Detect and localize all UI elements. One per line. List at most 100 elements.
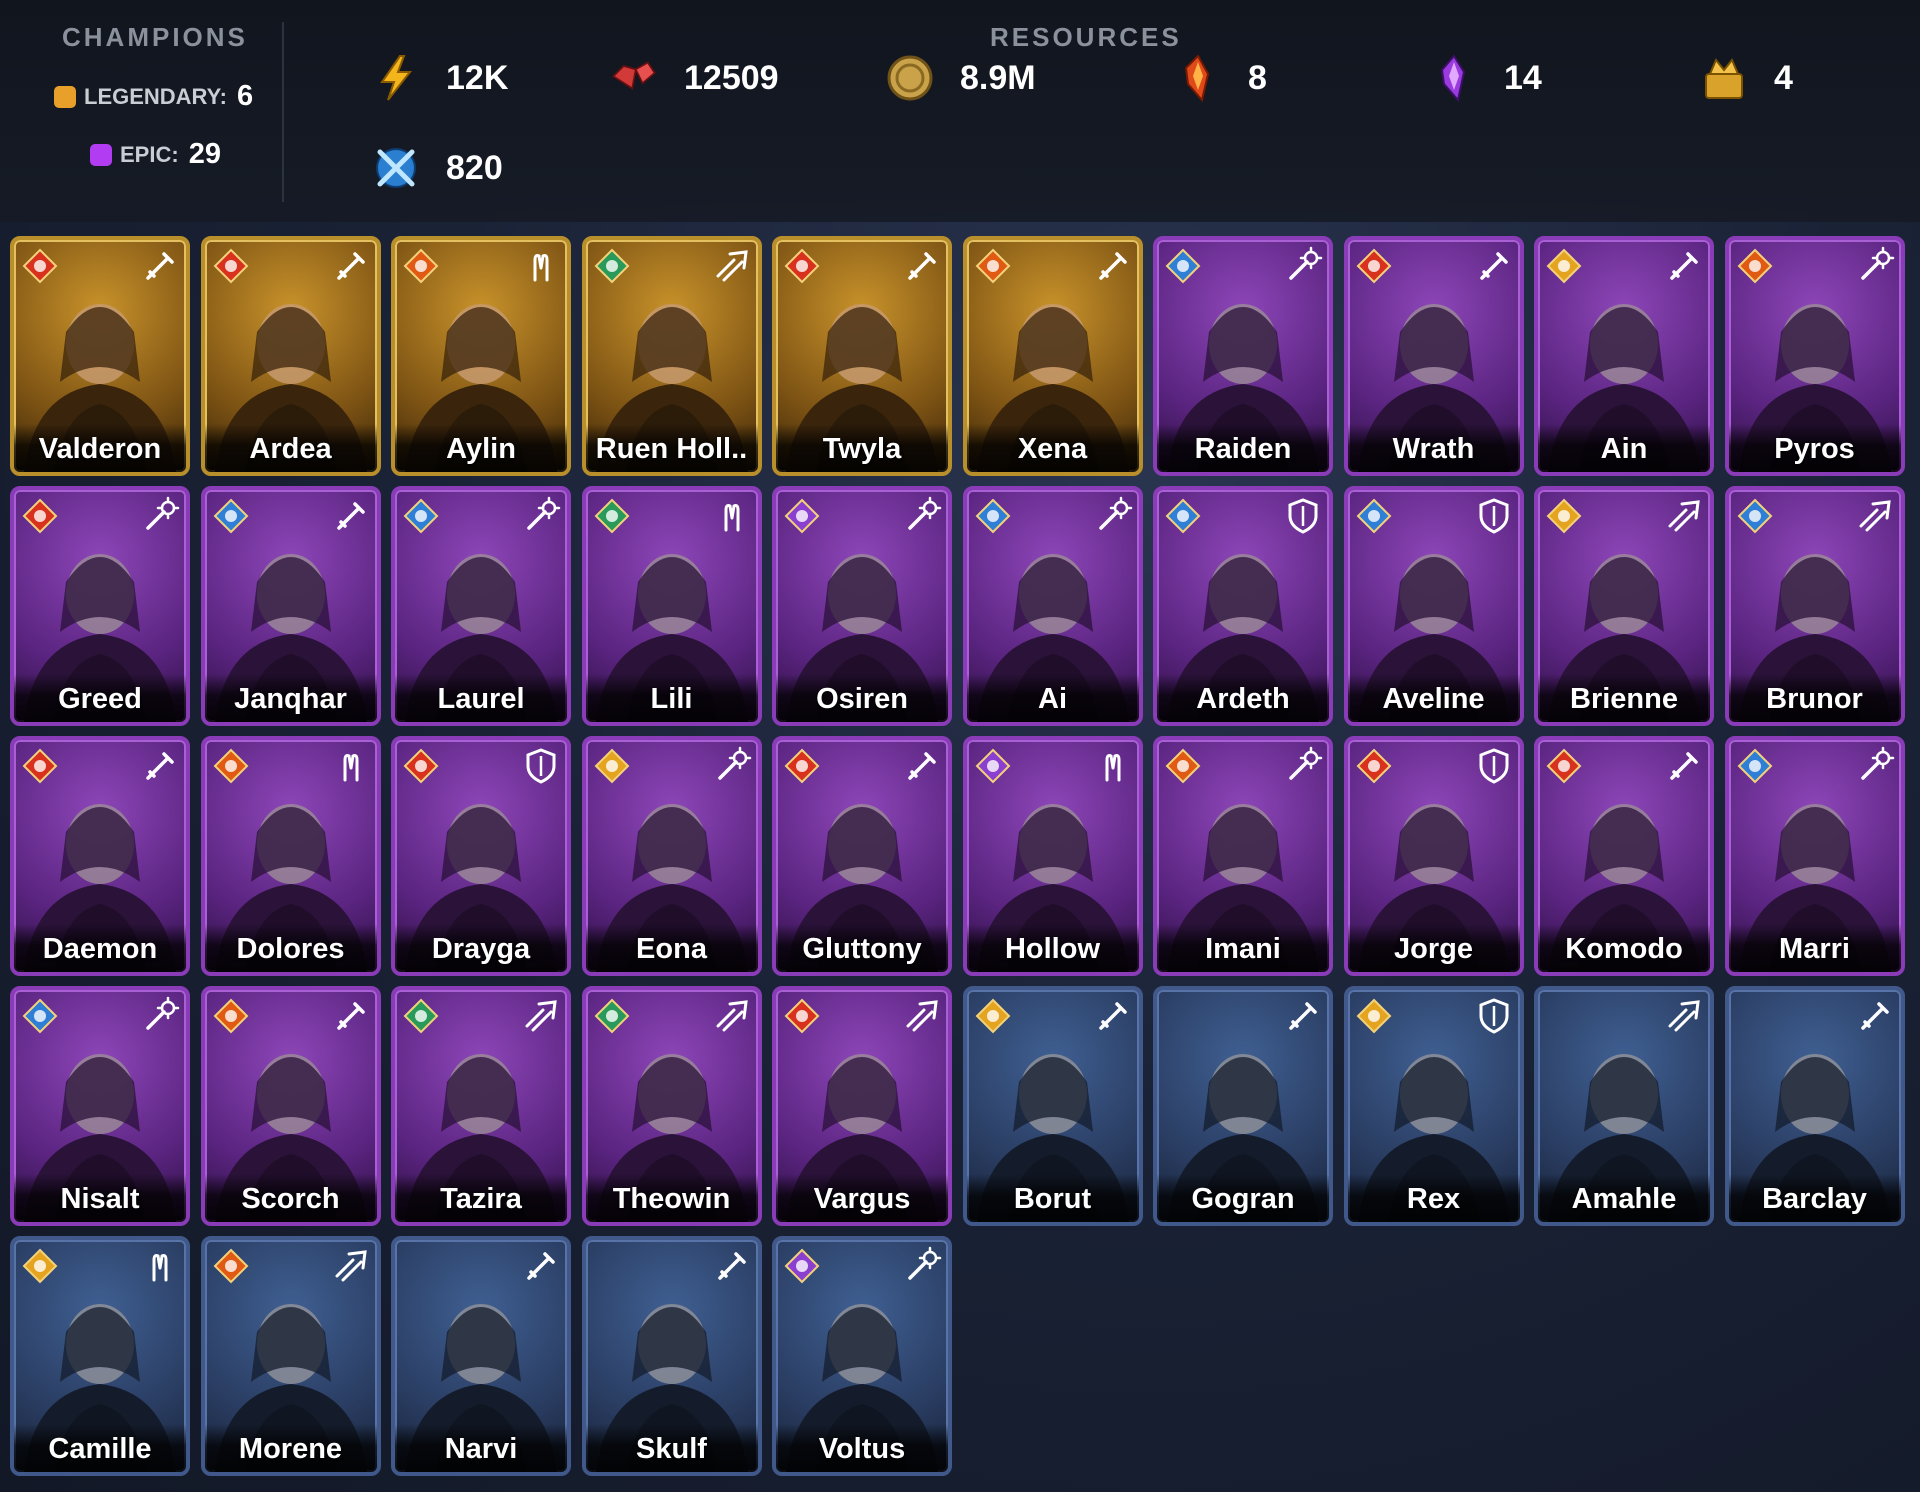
champion-name: Ai [1038,683,1067,715]
speed-role-icon [712,996,752,1036]
champion-card[interactable]: Scorch [200,986,381,1226]
champion-name: Hollow [1004,933,1101,965]
champion-name: Gluttony [802,933,922,965]
champion-name: Tazira [440,1183,522,1215]
water-affinity-icon [403,498,439,534]
champion-card[interactable]: Xena [962,236,1143,476]
champion-card[interactable]: Eona [581,736,762,976]
champion-card[interactable]: Raiden [1153,236,1333,476]
champion-card[interactable]: Greed [10,486,190,726]
champion-card[interactable]: Aveline [1343,486,1524,726]
champion-card[interactable]: Ai [962,486,1143,726]
champion-card[interactable]: Borut [962,986,1143,1226]
fire-affinity-icon [213,748,249,784]
support-role-icon [712,496,752,536]
champion-name: Rex [1406,1183,1461,1215]
champion-card[interactable]: Drayga [391,736,571,976]
champion-name: Greed [58,683,142,715]
champion-card[interactable]: Ain [1534,236,1714,476]
champion-card[interactable]: Rex [1343,986,1524,1226]
legendary-dot-icon [54,85,76,108]
attack-role-icon [140,746,180,786]
force-affinity-icon [403,748,439,784]
attack-role-icon [1283,996,1323,1036]
champion-name-bar: Raiden [1157,424,1329,472]
champion-name-bar: Gogran [1157,1174,1329,1222]
champion-card[interactable]: Osiren [772,486,952,726]
champion-card[interactable]: Brunor [1724,486,1905,726]
champion-name: Scorch [241,1183,340,1215]
champion-card[interactable]: Nisalt [10,986,190,1226]
void-affinity-icon [975,748,1011,784]
champion-name: Ardea [249,433,332,465]
champion-name: Theowin [612,1183,731,1215]
champion-card[interactable]: Gogran [1153,986,1333,1226]
champion-name-bar: Jorge [1347,924,1520,972]
champion-card[interactable]: Morene [200,1236,381,1476]
attack-role-icon [331,996,371,1036]
champion-card[interactable]: Twyla [772,236,952,476]
speed-role-icon [1855,496,1895,536]
champion-card[interactable]: Ardeth [1153,486,1333,726]
champion-card[interactable]: Camille [10,1236,190,1476]
champion-card[interactable]: Gluttony [772,736,952,976]
champion-name: Daemon [42,933,158,965]
champion-name: Morene [238,1433,343,1465]
champion-card[interactable]: Amahle [1534,986,1714,1226]
champion-name-bar: Amahle [1538,1174,1710,1222]
champion-card[interactable]: Daemon [10,736,190,976]
champion-card[interactable]: Jorge [1343,736,1524,976]
champion-card[interactable]: Janqhar [200,486,381,726]
speed-role-icon [521,996,561,1036]
speed-role-icon [902,996,942,1036]
champion-card[interactable]: Tazira [391,986,571,1226]
champion-name: Raiden [1194,433,1292,465]
champion-name-bar: Ardeth [1157,674,1329,722]
champion-name-bar: Janqhar [204,674,377,722]
champion-card[interactable]: Theowin [581,986,762,1226]
champion-name: Twyla [822,433,902,465]
champion-card[interactable]: Narvi [391,1236,571,1476]
speed-role-icon [712,246,752,286]
attack-role-icon [902,246,942,286]
champion-card[interactable]: Skulf [581,1236,762,1476]
champion-card[interactable]: Hollow [962,736,1143,976]
champion-card[interactable]: Wrath [1343,236,1524,476]
champion-card[interactable]: Vargus [772,986,952,1226]
champion-name: Borut [1013,1183,1092,1215]
champion-card[interactable]: Aylin [391,236,571,476]
champion-name: Komodo [1565,933,1683,965]
attack-role-icon [521,1246,561,1286]
champion-card[interactable]: Lili [581,486,762,726]
support-role-icon [140,1246,180,1286]
champion-name: Ain [1600,433,1648,465]
champion-card[interactable]: Barclay [1724,986,1905,1226]
champion-card[interactable]: Dolores [200,736,381,976]
champion-card[interactable]: Ruen Holl.. [581,236,762,476]
champion-card[interactable]: Ardea [200,236,381,476]
champion-card[interactable]: Komodo [1534,736,1714,976]
resources-title: RESOURCES [990,22,1182,52]
champion-name-bar: Rex [1347,1174,1520,1222]
gold-tokens-icon [1700,54,1748,102]
purple-shard-icon [1430,54,1478,102]
champion-name: Drayga [431,933,531,965]
champion-name: Wrath [1392,433,1475,465]
champion-card[interactable]: Laurel [391,486,571,726]
champion-card[interactable]: Valderon [10,236,190,476]
epic-label: EPIC: [120,141,179,167]
champion-name: Valderon [38,433,162,465]
champion-card[interactable]: Brienne [1534,486,1714,726]
speed-role-icon [1664,996,1704,1036]
champion-card[interactable]: Pyros [1724,236,1905,476]
champion-name-bar: Osiren [776,674,948,722]
champion-card[interactable]: Voltus [772,1236,952,1476]
attack-role-icon [331,246,371,286]
champion-name-bar: Skulf [585,1424,758,1472]
magic-role-icon [140,496,180,536]
champion-card[interactable]: Marri [1724,736,1905,976]
water-affinity-icon [22,998,58,1034]
champion-name: Ardeth [1196,683,1290,715]
champion-card[interactable]: Imani [1153,736,1333,976]
champion-name: Brienne [1570,683,1678,715]
